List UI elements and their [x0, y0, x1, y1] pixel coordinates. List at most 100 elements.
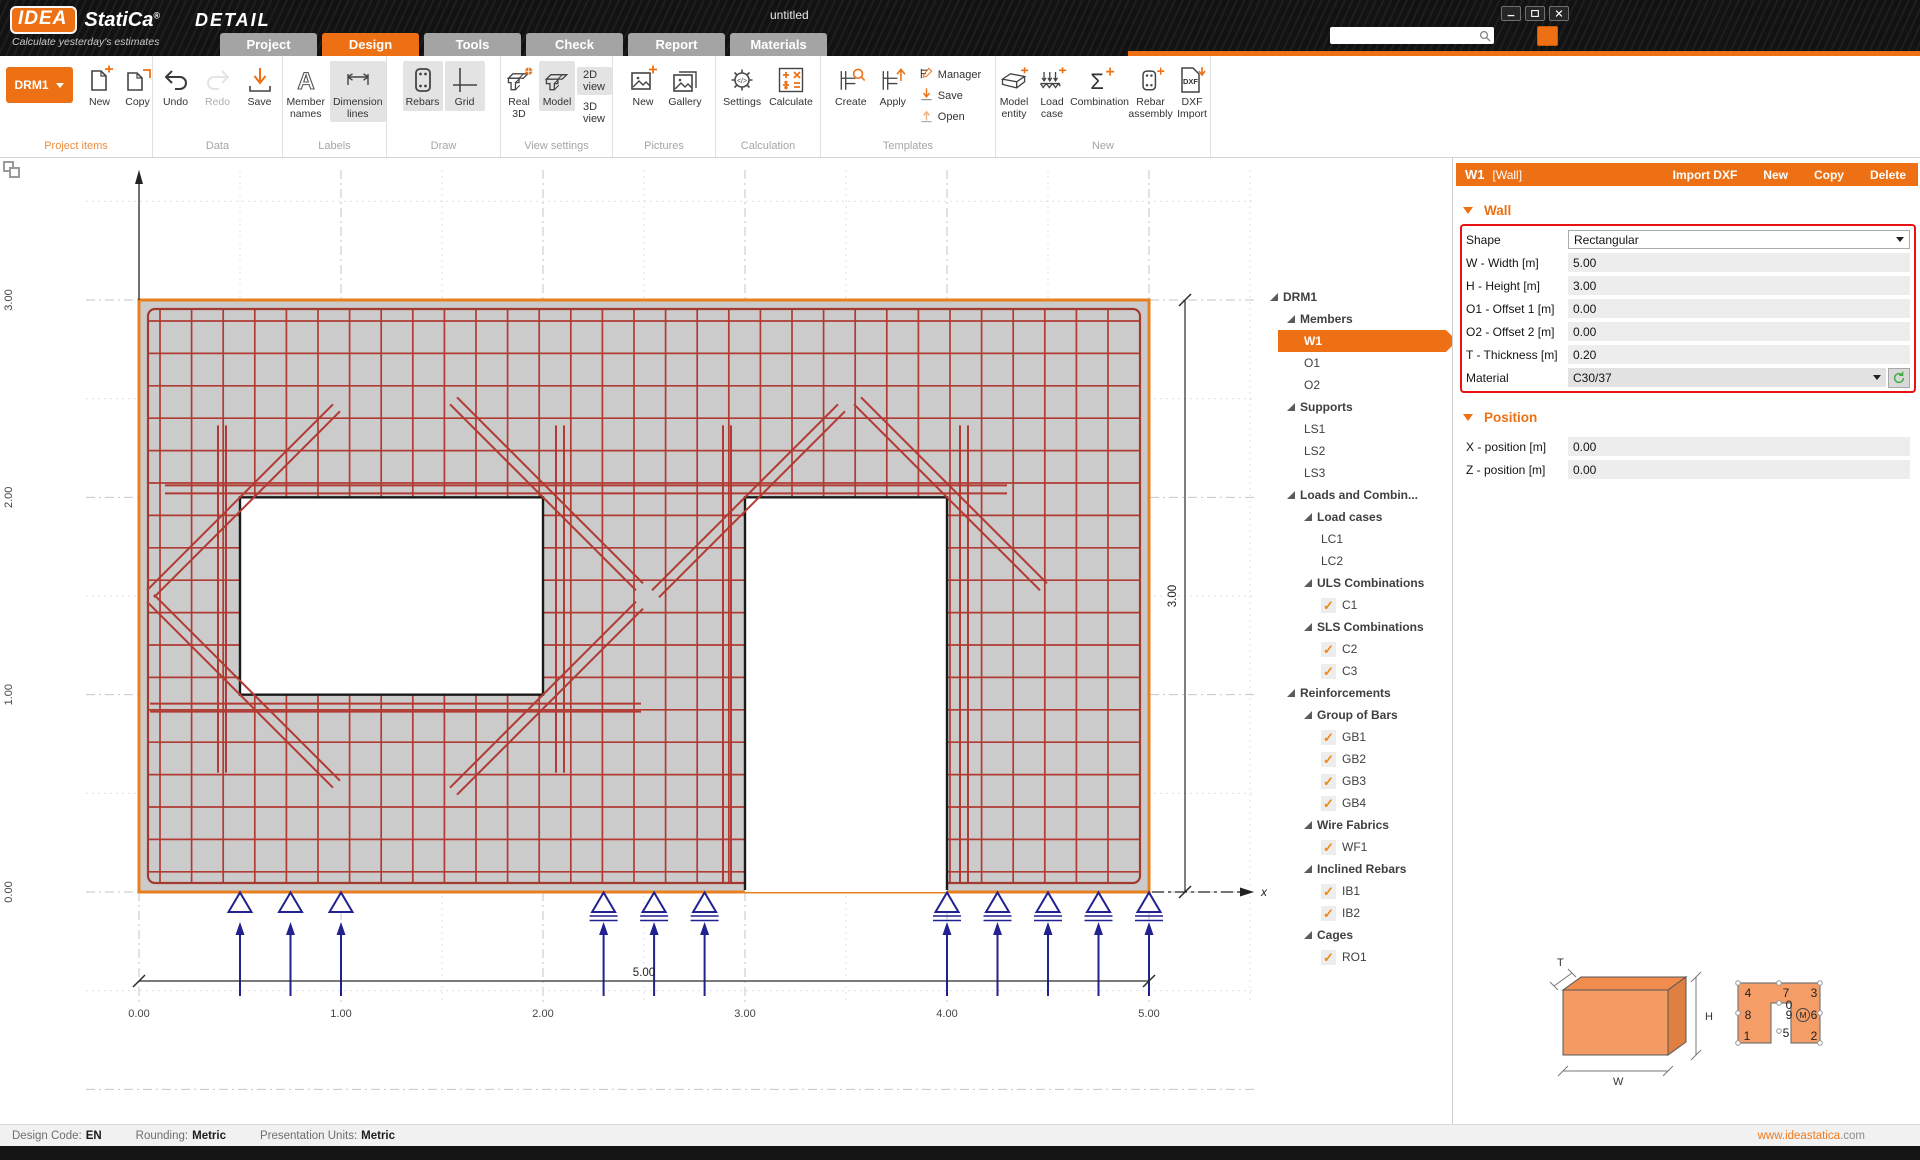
tree-item-ib1[interactable]: IB1: [1262, 880, 1448, 902]
website-link[interactable]: www.ideastatica.com: [1758, 1130, 1865, 1142]
project-selector[interactable]: DRM1: [6, 67, 73, 103]
anchor-label-5[interactable]: 5: [1783, 1026, 1790, 1040]
tree-item-ls3[interactable]: LS3: [1262, 462, 1448, 484]
anchor-label-8[interactable]: 8: [1745, 1008, 1752, 1022]
tree-item-o2[interactable]: O2: [1262, 374, 1448, 396]
tree-item-gb2[interactable]: GB2: [1262, 748, 1448, 770]
maximize-icon[interactable]: [1525, 6, 1545, 21]
ribbon-member-names[interactable]: AMember names: [283, 61, 328, 122]
panel-action-import-dxf[interactable]: Import DXF: [1673, 168, 1738, 182]
checkbox-icon[interactable]: [1321, 642, 1336, 657]
collapse-icon[interactable]: [1463, 207, 1473, 214]
ribbon-save[interactable]: Save: [915, 86, 985, 106]
anchor-label-4[interactable]: 4: [1745, 986, 1752, 1000]
fit-view-icon[interactable]: [3, 161, 25, 183]
field-t-thickness-m[interactable]: [1568, 345, 1910, 364]
tree-item-c2[interactable]: C2: [1262, 638, 1448, 660]
expander-icon[interactable]: [1304, 865, 1312, 873]
panel-action-new[interactable]: New: [1763, 168, 1788, 182]
tree-item-o1[interactable]: O1: [1262, 352, 1448, 374]
ribbon-settings[interactable]: </>Settings: [720, 61, 764, 111]
tab-design[interactable]: Design: [322, 33, 419, 56]
tree-item-drm1[interactable]: DRM1: [1262, 286, 1448, 308]
expander-icon[interactable]: [1287, 689, 1295, 697]
anchor-label-6[interactable]: 6: [1811, 1008, 1818, 1022]
field-o1-offset-1-m[interactable]: [1568, 299, 1910, 318]
anchor-point-icon[interactable]: [1818, 1011, 1823, 1016]
tree-item-ib2[interactable]: IB2: [1262, 902, 1448, 924]
tab-materials[interactable]: Materials: [730, 33, 827, 56]
checkbox-icon[interactable]: [1321, 906, 1336, 921]
tab-tools[interactable]: Tools: [424, 33, 521, 56]
ribbon-rebars[interactable]: Rebars: [403, 61, 443, 111]
ribbon-create[interactable]: Create: [831, 61, 871, 111]
panel-action-copy[interactable]: Copy: [1814, 168, 1844, 182]
expander-icon[interactable]: [1304, 513, 1312, 521]
tree-item-uls-combinations[interactable]: ULS Combinations: [1262, 572, 1448, 594]
tree-item-load-cases[interactable]: Load cases: [1262, 506, 1448, 528]
tree-item-group-of-bars[interactable]: Group of Bars: [1262, 704, 1448, 726]
ribbon-dimension-lines[interactable]: Dimension lines: [330, 61, 386, 122]
tree-item-gb1[interactable]: GB1: [1262, 726, 1448, 748]
field-o2-offset-2-m[interactable]: [1568, 322, 1910, 341]
anchor-point-icon[interactable]: [1777, 981, 1782, 986]
anchor-point-icon[interactable]: [1818, 981, 1823, 986]
checkbox-icon[interactable]: [1321, 598, 1336, 613]
tree-item-wire-fabrics[interactable]: Wire Fabrics: [1262, 814, 1448, 836]
tree-item-sls-combinations[interactable]: SLS Combinations: [1262, 616, 1448, 638]
tree-item-c3[interactable]: C3: [1262, 660, 1448, 682]
ribbon-apply[interactable]: Apply: [873, 61, 913, 111]
ribbon-grid[interactable]: Grid: [445, 61, 485, 111]
checkbox-icon[interactable]: [1321, 950, 1336, 965]
tree-item-gb3[interactable]: GB3: [1262, 770, 1448, 792]
anchor-label-2[interactable]: 2: [1811, 1029, 1818, 1043]
tree-item-lc2[interactable]: LC2: [1262, 550, 1448, 572]
expander-icon[interactable]: [1304, 821, 1312, 829]
tab-project[interactable]: Project: [220, 33, 317, 56]
ribbon-redo[interactable]: Redo: [198, 61, 238, 111]
ribbon-3d-view[interactable]: 3D view: [577, 99, 612, 127]
field-w-width-m[interactable]: [1568, 253, 1910, 272]
minimize-icon[interactable]: [1501, 6, 1521, 21]
expander-icon[interactable]: [1287, 315, 1295, 323]
tree-item-supports[interactable]: Supports: [1262, 396, 1448, 418]
panel-action-delete[interactable]: Delete: [1870, 168, 1906, 182]
field-h-height-m[interactable]: [1568, 276, 1910, 295]
anchor-label-3[interactable]: 3: [1811, 986, 1818, 1000]
checkbox-icon[interactable]: [1321, 796, 1336, 811]
checkbox-icon[interactable]: [1321, 840, 1336, 855]
dropdown-material[interactable]: C30/37: [1568, 368, 1886, 387]
tree-item-w1[interactable]: W1: [1278, 330, 1446, 352]
ribbon-new[interactable]: New: [623, 61, 663, 111]
tree-item-c1[interactable]: C1: [1262, 594, 1448, 616]
anchor-point-icon[interactable]: [1736, 981, 1741, 986]
anchor-label-9[interactable]: 9: [1786, 1008, 1793, 1022]
ribbon-model[interactable]: Model: [539, 61, 575, 111]
tree-item-inclined-rebars[interactable]: Inclined Rebars: [1262, 858, 1448, 880]
ribbon-combination[interactable]: ΣCombination: [1072, 61, 1127, 111]
close-icon[interactable]: [1549, 6, 1569, 21]
expander-icon[interactable]: [1304, 623, 1312, 631]
tab-report[interactable]: Report: [628, 33, 725, 56]
checkbox-icon[interactable]: [1321, 664, 1336, 679]
checkbox-icon[interactable]: [1321, 774, 1336, 789]
tree-item-ro1[interactable]: RO1: [1262, 946, 1448, 968]
ribbon-real-3d[interactable]: Real 3D: [501, 61, 537, 122]
tree-item-reinforcements[interactable]: Reinforcements: [1262, 682, 1448, 704]
field-x-position-m[interactable]: [1568, 437, 1910, 456]
checkbox-icon[interactable]: [1321, 884, 1336, 899]
anchor-label-1[interactable]: 1: [1744, 1029, 1751, 1043]
insertion-point-picker[interactable]: 4738096152M: [1736, 981, 1823, 1046]
ribbon-manager[interactable]: Manager: [915, 65, 985, 85]
tree-item-loads-and-combin[interactable]: Loads and Combin...: [1262, 484, 1448, 506]
anchor-point-icon[interactable]: [1777, 1029, 1782, 1034]
tree-item-lc1[interactable]: LC1: [1262, 528, 1448, 550]
anchor-point-icon[interactable]: [1736, 1011, 1741, 1016]
tree-item-cages[interactable]: Cages: [1262, 924, 1448, 946]
anchor-point-icon[interactable]: [1777, 1001, 1782, 1006]
tree-item-ls2[interactable]: LS2: [1262, 440, 1448, 462]
tree-item-wf1[interactable]: WF1: [1262, 836, 1448, 858]
anchor-point-icon[interactable]: [1736, 1041, 1741, 1046]
ribbon-2d-view[interactable]: 2D view: [577, 67, 612, 95]
refresh-material-button[interactable]: [1888, 368, 1910, 388]
